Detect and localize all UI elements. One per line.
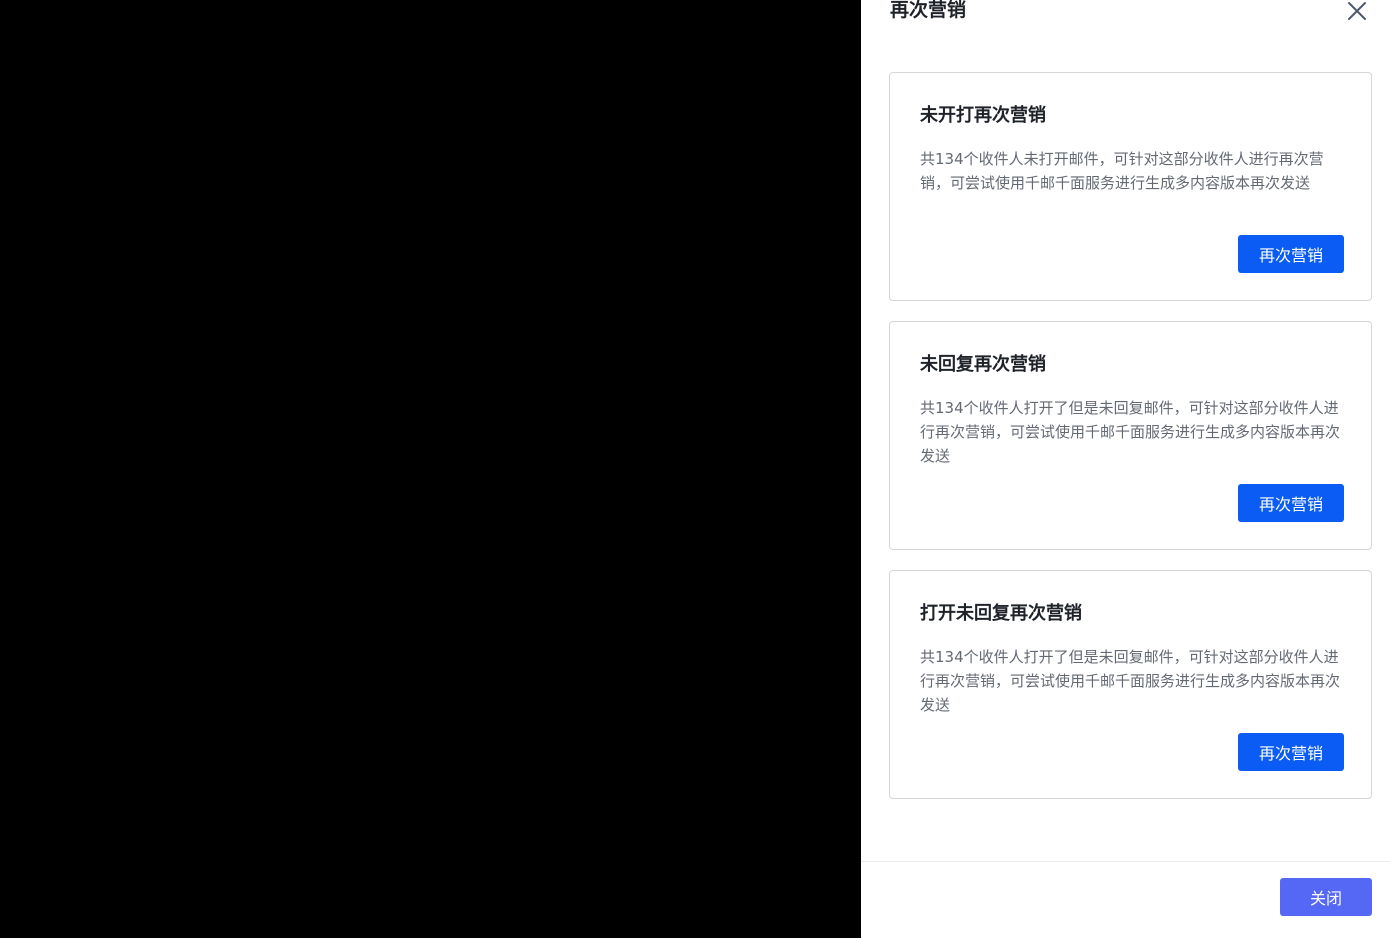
card-title: 未开打再次营销 [920, 105, 1046, 126]
card-unopened: 未开打再次营销 共134个收件人未打开邮件，可针对这部分收件人进行再次营销，可尝… [889, 72, 1372, 301]
close-button[interactable]: 关闭 [1280, 878, 1372, 916]
card-opened-unreplied: 打开未回复再次营销 共134个收件人打开了但是未回复邮件，可针对这部分收件人进行… [889, 570, 1372, 799]
remarket-unreplied-button[interactable]: 再次营销 [1238, 484, 1344, 522]
remarketing-drawer: 再次营销 未开打再次营销 共134个收件人未打开邮件，可针对这部分收件人进行再次… [861, 0, 1390, 938]
remarket-opened-unreplied-button[interactable]: 再次营销 [1238, 733, 1344, 771]
card-unreplied: 未回复再次营销 共134个收件人打开了但是未回复邮件，可针对这部分收件人进行再次… [889, 321, 1372, 550]
card-description: 共134个收件人打开了但是未回复邮件，可针对这部分收件人进行再次营销，可尝试使用… [920, 399, 1341, 465]
drawer-footer: 关闭 [861, 861, 1390, 938]
close-icon[interactable] [1346, 0, 1368, 22]
drawer-title: 再次营销 [890, 0, 967, 21]
modal-overlay[interactable] [0, 0, 861, 938]
card-description: 共134个收件人打开了但是未回复邮件，可针对这部分收件人进行再次营销，可尝试使用… [920, 648, 1341, 714]
remarket-unopened-button[interactable]: 再次营销 [1238, 235, 1344, 273]
card-description: 共134个收件人未打开邮件，可针对这部分收件人进行再次营销，可尝试使用千邮千面服… [920, 150, 1324, 192]
card-title: 未回复再次营销 [920, 354, 1046, 375]
card-title: 打开未回复再次营销 [920, 603, 1082, 624]
